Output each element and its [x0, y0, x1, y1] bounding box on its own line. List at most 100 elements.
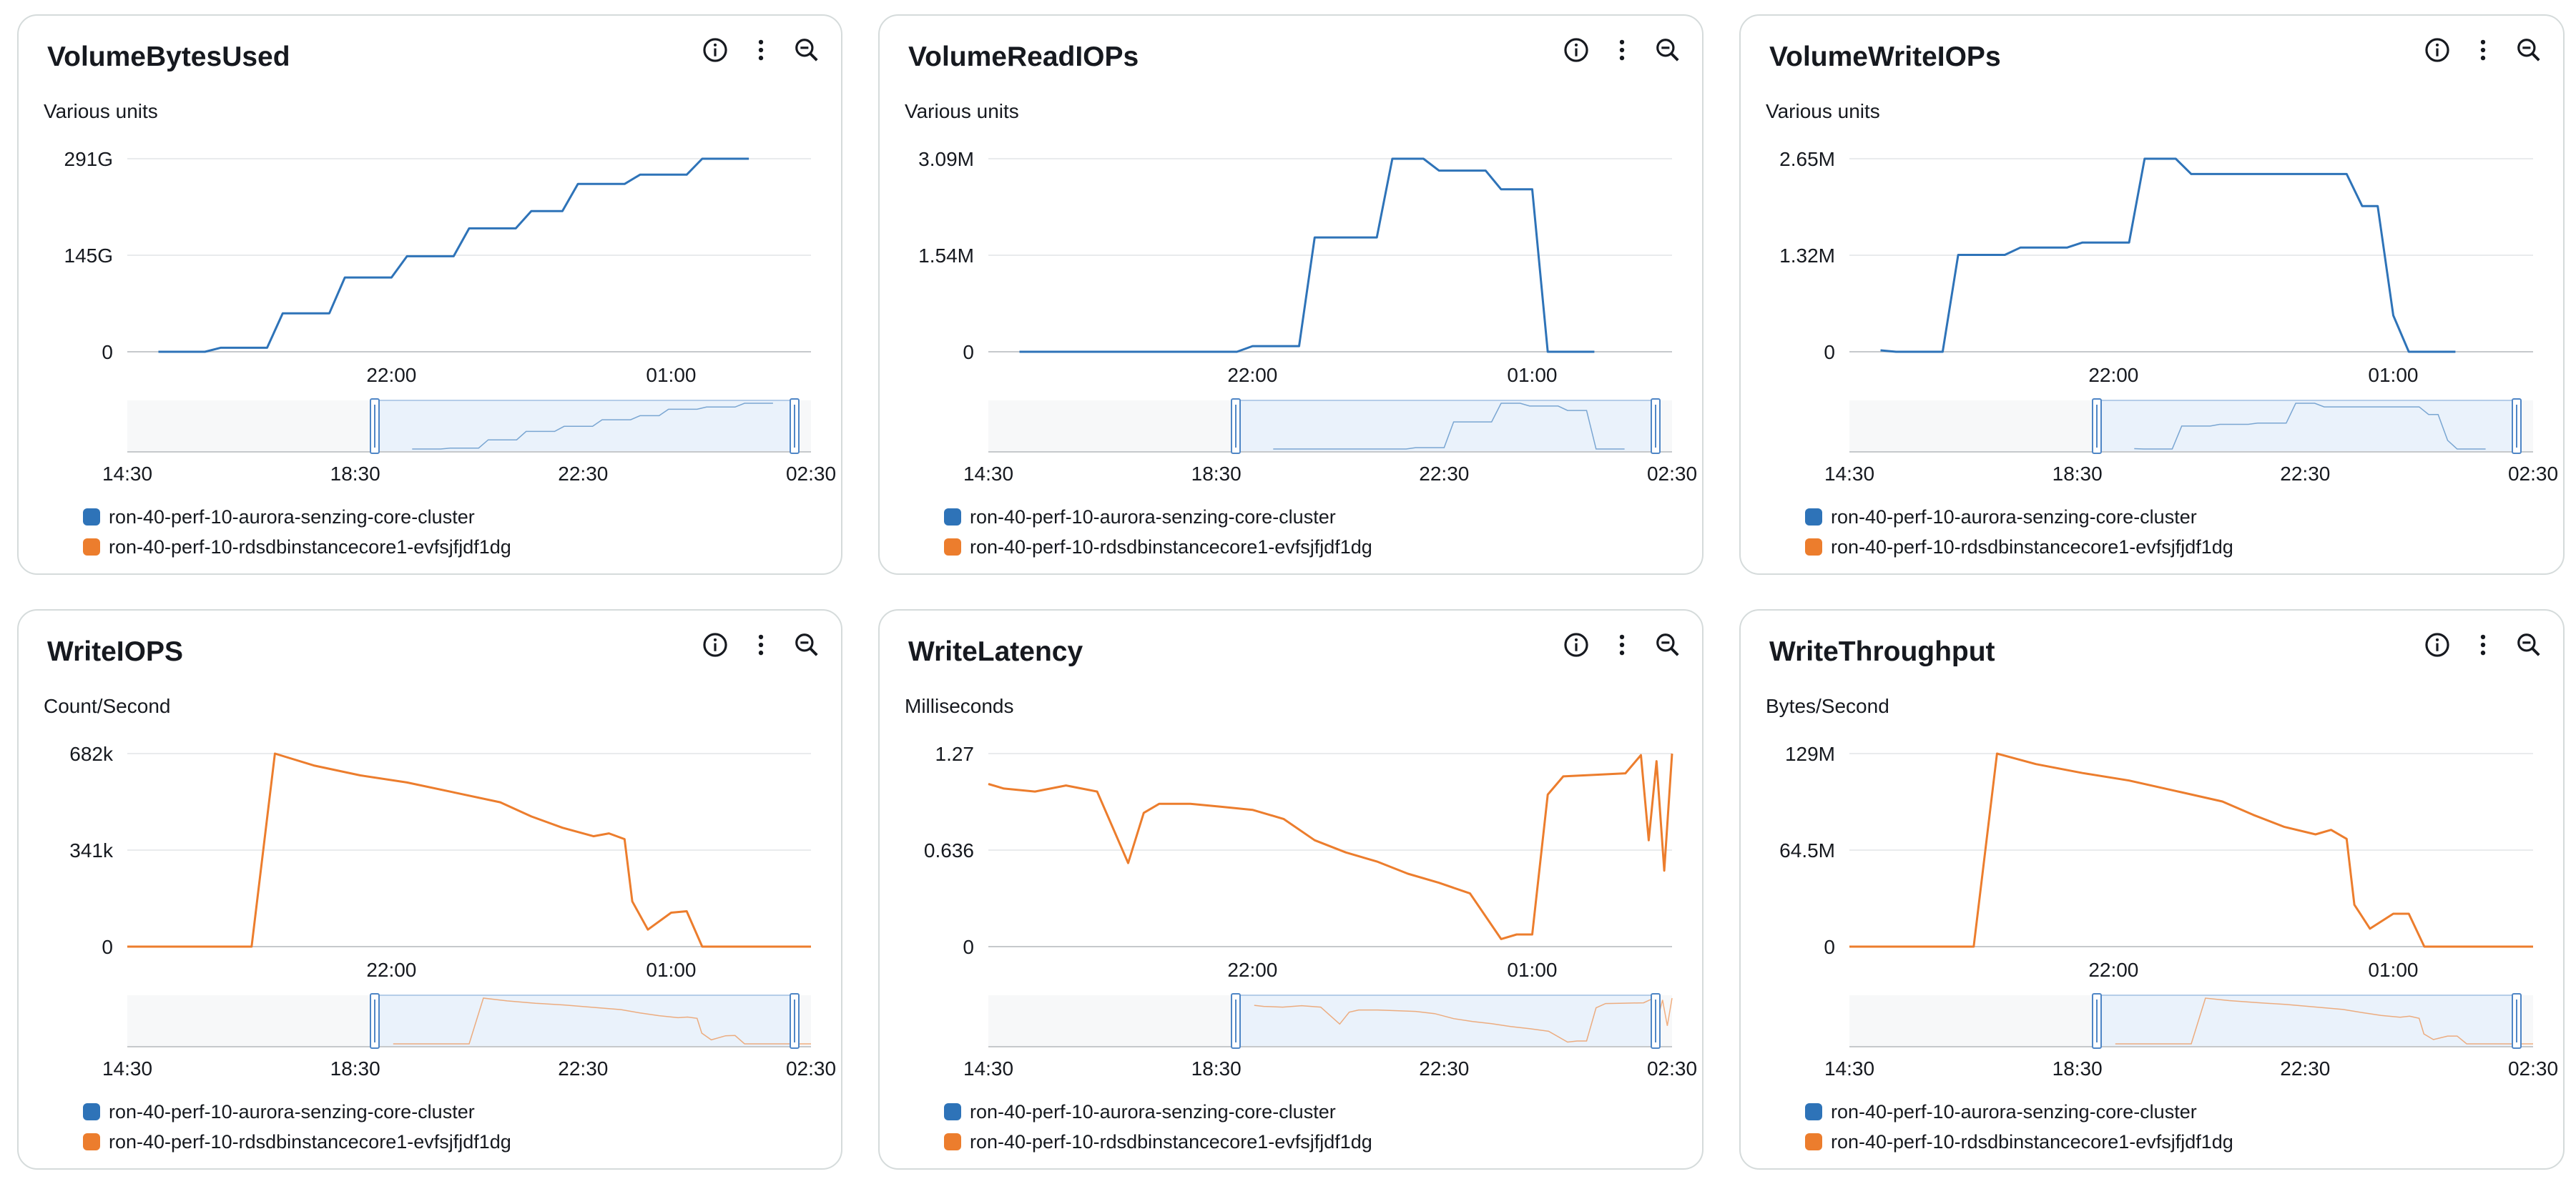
legend-label: ron-40-perf-10-rdsdbinstancecore1-evfsjf… — [1831, 536, 2233, 558]
legend-label: ron-40-perf-10-rdsdbinstancecore1-evfsjf… — [109, 536, 511, 558]
legend-label: ron-40-perf-10-aurora-senzing-core-clust… — [970, 505, 1336, 528]
chart-panel-write-iops: WriteIOPS Count/Second 682k 341k 0 22:00 01:00… — [17, 609, 842, 1170]
y-tick-label: 0.636 — [924, 839, 974, 862]
navigator-selection[interactable] — [2096, 995, 2517, 1047]
navigator-tick-label: 22:30 — [1419, 1057, 1469, 1080]
legend-item[interactable]: ron-40-perf-10-aurora-senzing-core-clust… — [944, 502, 1372, 532]
navigator-tick-label: 22:30 — [2280, 463, 2330, 485]
y-tick-label: 3.09M — [918, 148, 974, 170]
legend-item[interactable]: ron-40-perf-10-rdsdbinstancecore1-evfsjf… — [1805, 1127, 2233, 1157]
y-tick-label: 1.27 — [935, 743, 975, 765]
chart-panel-write-latency: WriteLatency Milliseconds 1.27 0.636 0 22:00 0… — [878, 609, 1704, 1170]
navigator-tick-label: 02:30 — [2508, 463, 2558, 485]
legend-swatch — [1805, 508, 1822, 526]
y-tick-label: 2.65M — [1779, 148, 1835, 170]
legend: ron-40-perf-10-aurora-senzing-core-clust… — [1805, 1097, 2233, 1157]
legend-item[interactable]: ron-40-perf-10-rdsdbinstancecore1-evfsjf… — [83, 1127, 511, 1157]
legend-label: ron-40-perf-10-aurora-senzing-core-clust… — [109, 505, 475, 528]
legend-swatch — [1805, 1103, 1822, 1120]
legend-item[interactable]: ron-40-perf-10-rdsdbinstancecore1-evfsjf… — [944, 532, 1372, 562]
legend-item[interactable]: ron-40-perf-10-rdsdbinstancecore1-evfsjf… — [1805, 532, 2233, 562]
x-tick-label: 01:00 — [1507, 364, 1557, 386]
navigator-tick-label: 18:30 — [330, 463, 380, 485]
x-tick-label: 01:00 — [646, 959, 696, 981]
navigator-tick-label: 02:30 — [1647, 463, 1697, 485]
navigator-tick-label: 02:30 — [1647, 1057, 1697, 1080]
chart-panel-volume-read-iops: VolumeReadIOPs Various units 3.09M 1.54M 0 22… — [878, 14, 1704, 575]
y-tick-label: 0 — [963, 341, 974, 363]
y-tick-label: 129M — [1785, 743, 1835, 765]
x-tick-label: 01:00 — [1507, 959, 1557, 981]
x-tick-label: 22:00 — [2088, 959, 2138, 981]
legend-label: ron-40-perf-10-aurora-senzing-core-clust… — [109, 1100, 475, 1123]
navigator-tick-label: 22:30 — [2280, 1057, 2330, 1080]
legend-item[interactable]: ron-40-perf-10-aurora-senzing-core-clust… — [83, 1097, 511, 1127]
legend-label: ron-40-perf-10-aurora-senzing-core-clust… — [970, 1100, 1336, 1123]
legend-swatch — [944, 538, 961, 556]
navigator-tick-label: 18:30 — [1191, 1057, 1242, 1080]
legend-item[interactable]: ron-40-perf-10-aurora-senzing-core-clust… — [944, 1097, 1372, 1127]
legend-item[interactable]: ron-40-perf-10-rdsdbinstancecore1-evfsjf… — [83, 532, 511, 562]
legend-label: ron-40-perf-10-rdsdbinstancecore1-evfsjf… — [109, 1130, 511, 1153]
legend-label: ron-40-perf-10-aurora-senzing-core-clust… — [1831, 505, 2197, 528]
navigator-selection[interactable] — [2096, 400, 2517, 453]
navigator-tick-label: 14:30 — [963, 463, 1013, 485]
legend-item[interactable]: ron-40-perf-10-aurora-senzing-core-clust… — [1805, 1097, 2233, 1127]
legend-label: ron-40-perf-10-rdsdbinstancecore1-evfsjf… — [970, 1130, 1372, 1153]
chart-plot[interactable]: 682k 341k 0 22:00 01:00 14:30 18:30 22:30 02:30 — [19, 611, 844, 1097]
legend-label: ron-40-perf-10-rdsdbinstancecore1-evfsjf… — [1831, 1130, 2233, 1153]
x-tick-label: 01:00 — [646, 364, 696, 386]
y-tick-label: 0 — [102, 341, 113, 363]
x-tick-label: 22:00 — [1227, 959, 1277, 981]
legend-label: ron-40-perf-10-aurora-senzing-core-clust… — [1831, 1100, 2197, 1123]
navigator-tick-label: 18:30 — [330, 1057, 380, 1080]
chart-plot[interactable]: 3.09M 1.54M 0 22:00 01:00 14:30 18:30 22:30 02:3… — [880, 16, 1705, 502]
navigator-tick-label: 02:30 — [786, 463, 836, 485]
legend-swatch — [83, 538, 100, 556]
navigator-tick-label: 18:30 — [2053, 463, 2103, 485]
legend-swatch — [944, 508, 961, 526]
y-tick-label: 682k — [69, 743, 114, 765]
y-tick-label: 1.54M — [918, 245, 974, 267]
legend-swatch — [83, 1133, 100, 1150]
legend-swatch — [1805, 1133, 1822, 1150]
x-tick-label: 01:00 — [2368, 364, 2418, 386]
navigator-tick-label: 22:30 — [558, 1057, 608, 1080]
chart-panel-volume-bytes-used: VolumeBytesUsed Various units 291G 145G 0 22:… — [17, 14, 842, 575]
navigator-tick-label: 18:30 — [1191, 463, 1242, 485]
legend-item[interactable]: ron-40-perf-10-aurora-senzing-core-clust… — [1805, 502, 2233, 532]
chart-plot[interactable]: 291G 145G 0 22:00 01:00 14:30 18:30 22:30 02:30 — [19, 16, 844, 502]
navigator-selection[interactable] — [374, 995, 795, 1047]
chart-panel-write-throughput: WriteThroughput Bytes/Second 129M 64.5M 0 22:… — [1739, 609, 2565, 1170]
navigator-tick-label: 14:30 — [1824, 1057, 1874, 1080]
legend-swatch — [1805, 538, 1822, 556]
series-line[interactable] — [988, 753, 1673, 940]
navigator-tick-label: 14:30 — [102, 1057, 152, 1080]
chart-plot[interactable]: 2.65M 1.32M 0 22:00 01:00 14:30 18:30 22:30 02:3… — [1741, 16, 2566, 502]
chart-plot[interactable]: 129M 64.5M 0 22:00 01:00 14:30 18:30 22:30 02:30 — [1741, 611, 2566, 1097]
x-tick-label: 22:00 — [366, 959, 416, 981]
navigator-tick-label: 02:30 — [786, 1057, 836, 1080]
x-tick-label: 22:00 — [2088, 364, 2138, 386]
y-tick-label: 1.32M — [1779, 245, 1835, 267]
legend-swatch — [83, 1103, 100, 1120]
x-tick-label: 01:00 — [2368, 959, 2418, 981]
navigator-tick-label: 22:30 — [558, 463, 608, 485]
legend-item[interactable]: ron-40-perf-10-rdsdbinstancecore1-evfsjf… — [944, 1127, 1372, 1157]
chart-plot[interactable]: 1.27 0.636 0 22:00 01:00 14:30 18:30 22:30 02:30 — [880, 611, 1705, 1097]
legend-swatch — [83, 508, 100, 526]
navigator-tick-label: 14:30 — [1824, 463, 1874, 485]
navigator-tick-label: 22:30 — [1419, 463, 1469, 485]
legend: ron-40-perf-10-aurora-senzing-core-clust… — [83, 1097, 511, 1157]
legend: ron-40-perf-10-aurora-senzing-core-clust… — [944, 1097, 1372, 1157]
y-tick-label: 0 — [963, 936, 974, 958]
legend: ron-40-perf-10-aurora-senzing-core-clust… — [83, 502, 511, 562]
y-tick-label: 0 — [102, 936, 113, 958]
y-tick-label: 341k — [69, 839, 114, 862]
legend-item[interactable]: ron-40-perf-10-aurora-senzing-core-clust… — [83, 502, 511, 532]
legend-label: ron-40-perf-10-rdsdbinstancecore1-evfsjf… — [970, 536, 1372, 558]
legend-swatch — [944, 1103, 961, 1120]
y-tick-label: 64.5M — [1779, 839, 1835, 862]
y-tick-label: 145G — [64, 245, 114, 267]
y-tick-label: 0 — [1824, 936, 1835, 958]
